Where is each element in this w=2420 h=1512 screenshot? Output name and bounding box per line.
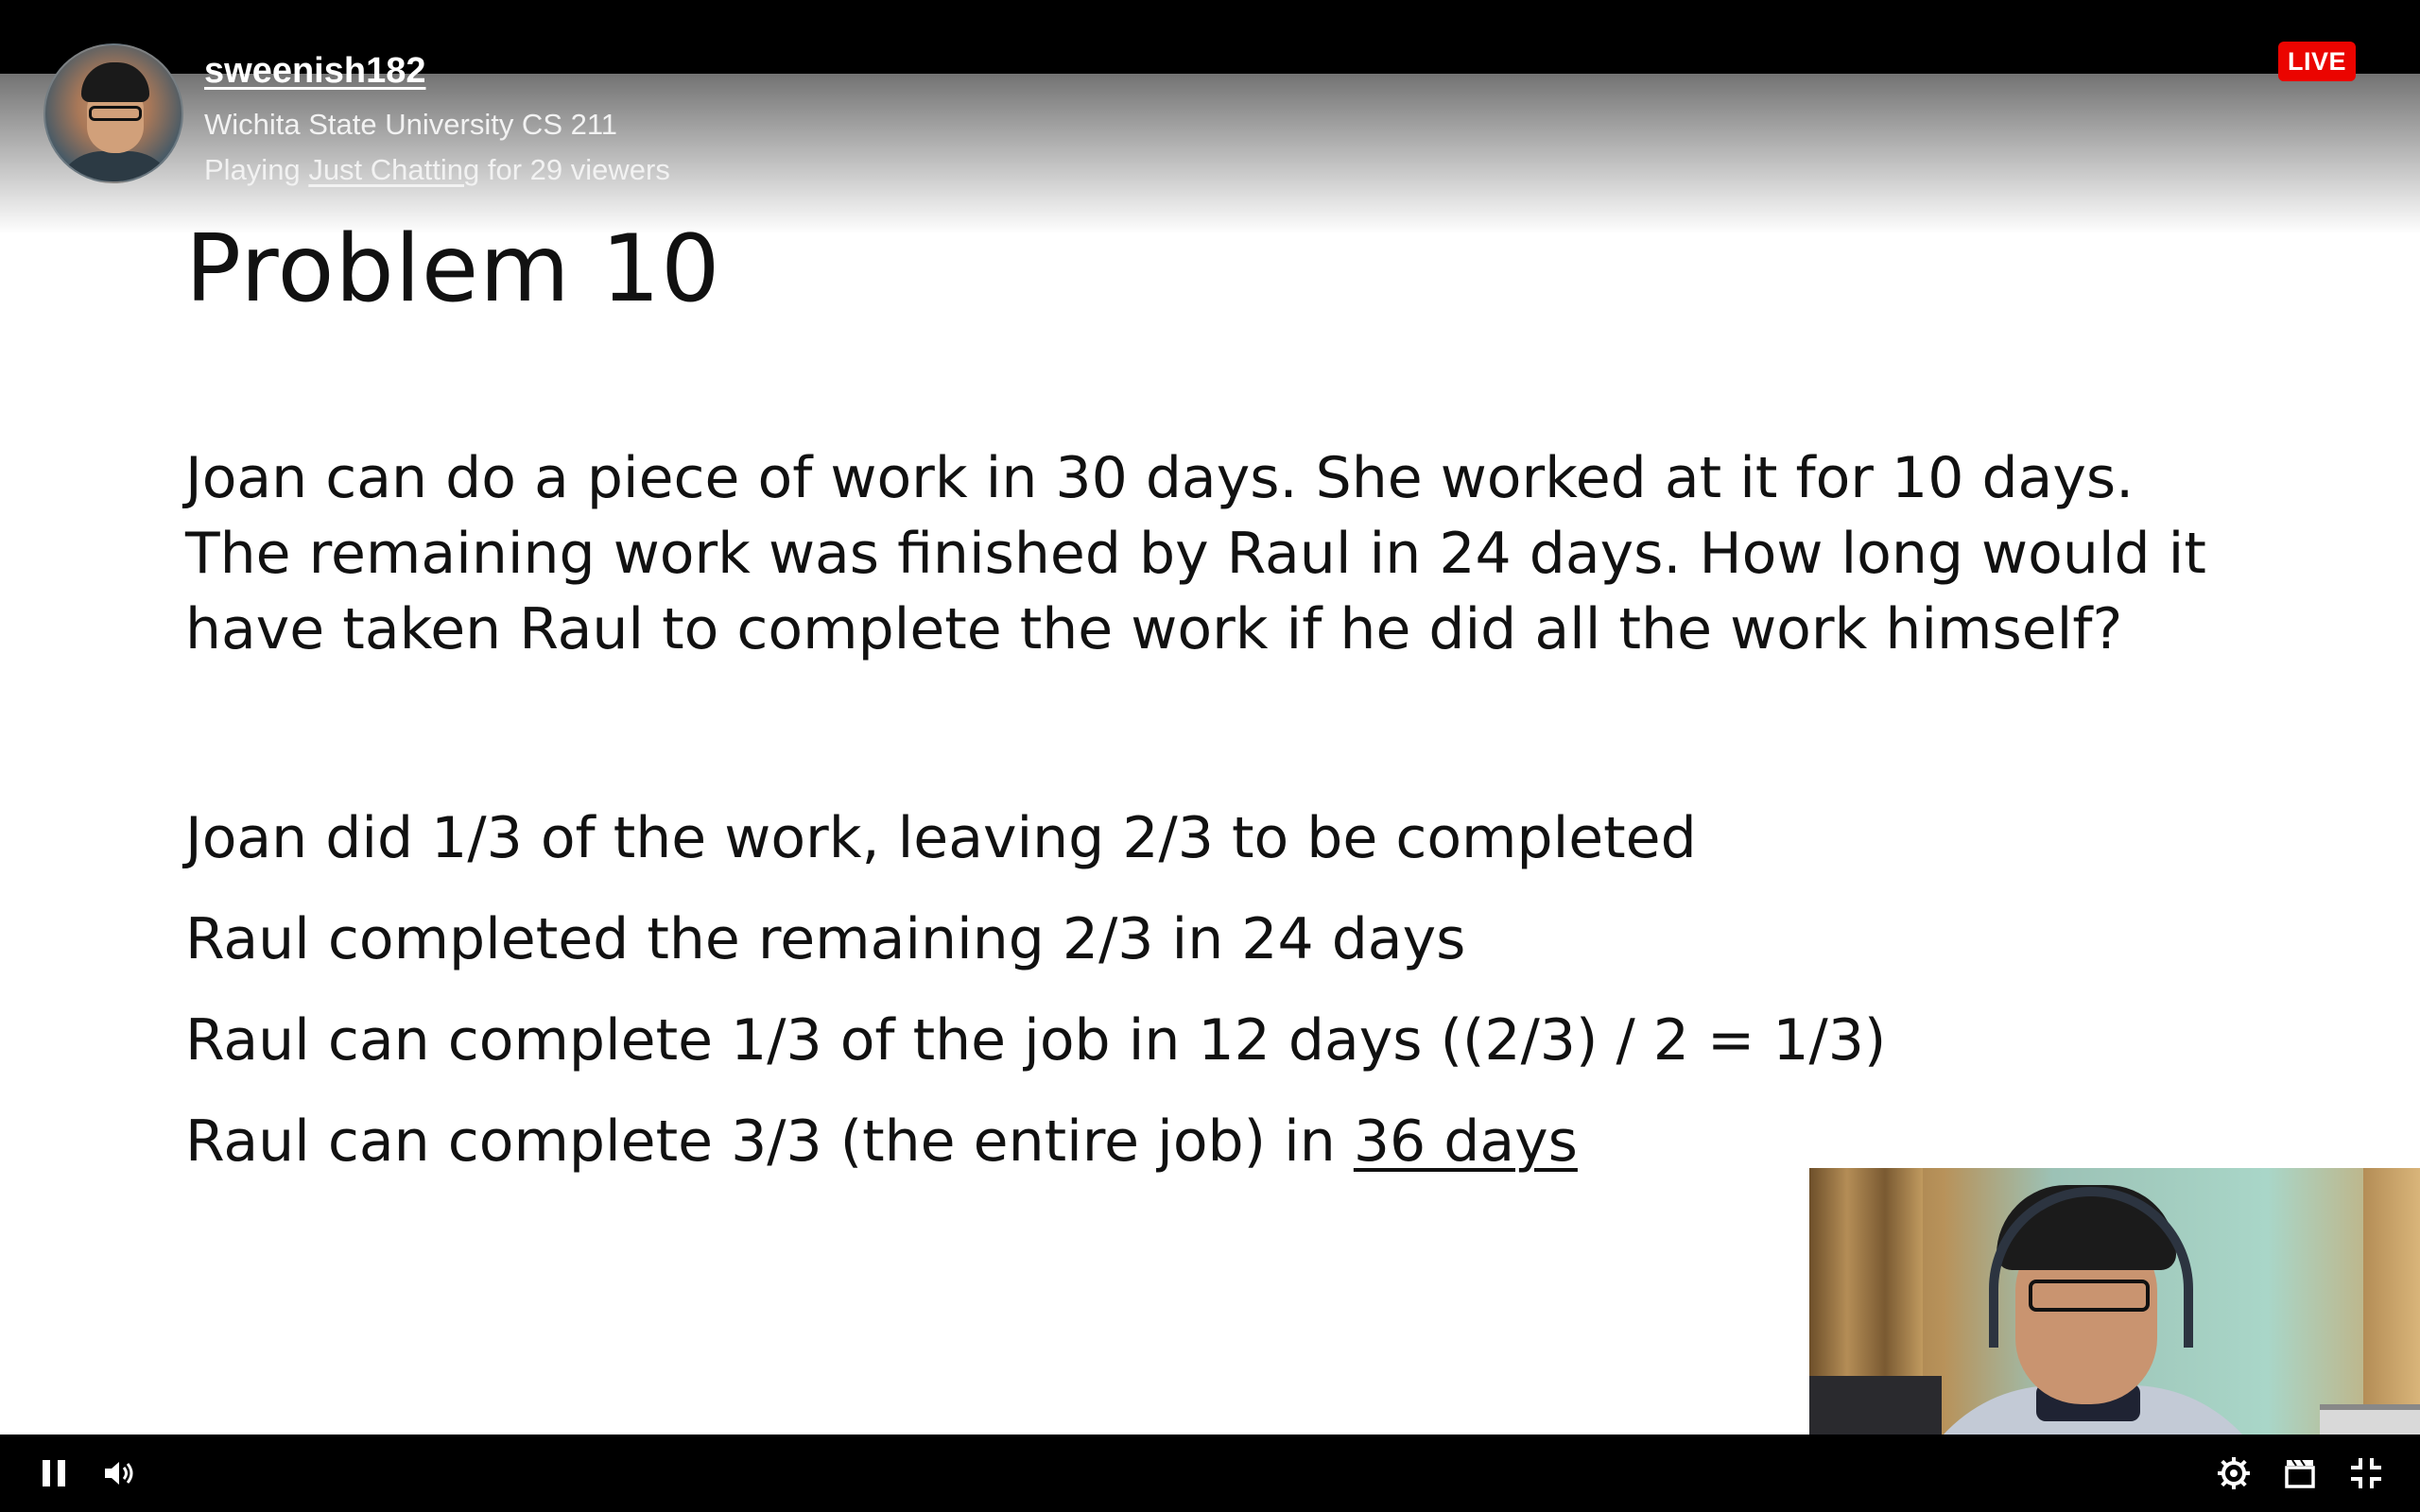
- webcam-background: [1809, 1376, 1942, 1435]
- clip-button[interactable]: [2276, 1450, 2324, 1497]
- player-controls: [0, 1435, 2420, 1512]
- webcam-overlay: [1809, 1168, 2420, 1435]
- solution-step-final: Raul can complete 3/3 (the entire job) i…: [185, 1091, 1981, 1193]
- webcam-background: [2363, 1168, 2420, 1435]
- problem-line: The remaining work was finished by Raul …: [185, 521, 2206, 587]
- streamer-name-link[interactable]: sweenish182: [204, 51, 425, 92]
- exit-fullscreen-icon: [2351, 1458, 2381, 1488]
- clip-icon: [2285, 1459, 2315, 1488]
- volume-icon: [105, 1462, 133, 1485]
- webcam-glasses: [2029, 1280, 2150, 1312]
- problem-line: have taken Raul to complete the work if …: [185, 596, 2123, 662]
- webcam-background: [2320, 1404, 2420, 1435]
- solution-step: Raul can complete 1/3 of the job in 12 d…: [185, 1007, 1887, 1074]
- exit-fullscreen-button[interactable]: [2342, 1450, 2390, 1497]
- video-frame[interactable]: Problem 10 Joan can do a piece of work i…: [0, 74, 2420, 1435]
- final-answer: 36 days: [1353, 1108, 1578, 1175]
- problem-statement: Joan can do a piece of work in 30 days. …: [185, 440, 2265, 667]
- solution-step: Joan did 1/3 of the work, leaving 2/3 to…: [185, 805, 1697, 871]
- streamer-avatar[interactable]: [43, 43, 183, 183]
- game-link[interactable]: Just Chatting: [308, 153, 479, 186]
- stream-title: Wichita State University CS 211: [204, 108, 618, 141]
- problem-line: Joan can do a piece of work in 30 days. …: [185, 445, 2135, 511]
- stream-meta: Playing Just Chatting for 29 viewers: [204, 153, 670, 187]
- live-badge: LIVE: [2278, 42, 2356, 81]
- volume-button[interactable]: [95, 1450, 142, 1497]
- video-player[interactable]: Problem 10 Joan can do a piece of work i…: [0, 0, 2420, 1512]
- pause-button[interactable]: [30, 1450, 78, 1497]
- pause-icon: [43, 1460, 65, 1486]
- meta-prefix: Playing: [204, 153, 301, 186]
- solution-step: Raul completed the remaining 2/3 in 24 d…: [185, 906, 1466, 972]
- settings-button[interactable]: [2210, 1450, 2257, 1497]
- settings-icon: [2218, 1457, 2250, 1489]
- solution-step-text: Raul can complete 3/3 (the entire job) i…: [185, 1108, 1354, 1175]
- solution-steps: Joan did 1/3 of the work, leaving 2/3 to…: [185, 788, 1981, 1193]
- viewer-count: for 29 viewers: [487, 153, 670, 186]
